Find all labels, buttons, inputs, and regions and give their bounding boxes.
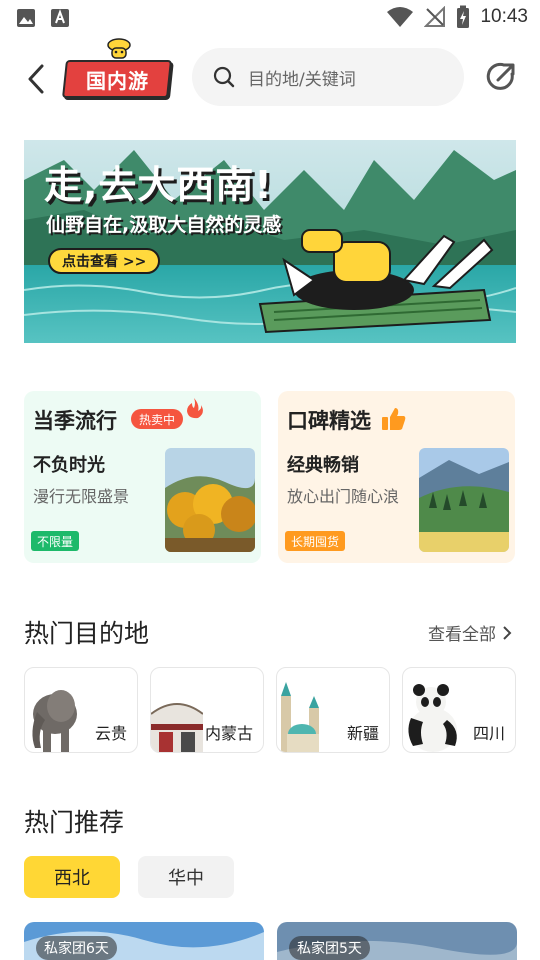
no-signal-icon — [424, 6, 446, 27]
feature-card-seasonal[interactable]: 当季流行 热卖中 不负时光 漫行无限盛景 不限量 — [24, 391, 261, 563]
font-icon — [51, 9, 69, 27]
feature-tagline: 经典畅销 — [287, 455, 359, 476]
destination-name: 新疆 — [346, 724, 379, 743]
thumbs-up-icon — [382, 408, 406, 430]
destination-yungui[interactable]: 云贵 — [24, 667, 138, 753]
feature-desc: 放心出门随心浪 — [287, 487, 400, 506]
banner-subtitle: 仙野自在,汲取大自然的灵感 — [46, 214, 282, 236]
elephant-photo — [32, 690, 77, 752]
search-box[interactable]: 目的地/关键词 — [192, 48, 464, 106]
banner-cta-button[interactable]: 点击查看 >> — [48, 248, 161, 274]
battery-charging-icon — [457, 5, 470, 28]
product-card[interactable]: 私家团6天 — [24, 922, 264, 960]
view-all-label: 查看全部 — [428, 625, 496, 645]
product-badge: 私家团5天 — [289, 936, 370, 960]
hot-destinations-title: 热门目的地 — [24, 619, 150, 648]
feature-tagline: 不负时光 — [33, 455, 105, 476]
promo-banner[interactable]: 走,去大西南! 仙野自在,汲取大自然的灵感 点击查看 >> — [24, 140, 516, 343]
flame-icon — [187, 398, 203, 419]
destination-xinjiang[interactable]: 新疆 — [276, 667, 390, 753]
mascot-icon — [107, 38, 131, 59]
destination-sichuan[interactable]: 四川 — [402, 667, 516, 753]
autumn-forest-photo — [165, 448, 255, 552]
raft-mascot-illustration — [258, 229, 494, 334]
status-bar: 10:43 — [0, 0, 540, 36]
destination-name: 四川 — [472, 724, 505, 743]
brand-logo: 国内游 — [62, 60, 172, 98]
share-icon[interactable] — [484, 60, 518, 94]
search-placeholder: 目的地/关键词 — [248, 69, 356, 90]
tab-northwest[interactable]: 西北 — [24, 856, 120, 898]
wifi-icon — [387, 7, 414, 27]
tab-central[interactable]: 华中 — [138, 856, 234, 898]
banner-title: 走,去大西南! — [44, 163, 273, 207]
feature-tag: 不限量 — [31, 531, 80, 551]
destination-name: 云贵 — [94, 724, 127, 743]
chevron-right-icon — [503, 625, 512, 640]
destination-name: 内蒙古 — [204, 724, 253, 743]
panda-photo — [408, 684, 457, 752]
feature-title: 口碑精选 — [287, 409, 371, 433]
feature-tag: 长期囤货 — [285, 531, 346, 551]
view-all-link[interactable]: 查看全部 — [428, 620, 512, 645]
yurt-photo — [151, 703, 203, 752]
hot-badge: 热卖中 — [131, 409, 184, 429]
product-badge: 私家团6天 — [36, 936, 117, 960]
top-bar: 国内游 目的地/关键词 — [0, 38, 540, 114]
search-icon — [213, 66, 235, 88]
feature-title: 当季流行 — [33, 409, 117, 433]
gallery-icon — [17, 9, 35, 27]
hot-recommend-title: 热门推荐 — [24, 808, 125, 837]
feature-card-reputation[interactable]: 口碑精选 经典畅销 放心出门随心浪 长期囤货 — [278, 391, 515, 563]
mountain-meadow-photo — [419, 448, 509, 552]
destination-inner-mongolia[interactable]: 内蒙古 — [150, 667, 264, 753]
product-card[interactable]: 私家团5天 — [277, 922, 517, 960]
clock: 10:43 — [480, 6, 528, 27]
feature-desc: 漫行无限盛景 — [33, 487, 130, 506]
back-icon[interactable] — [22, 60, 52, 98]
brand-label: 国内游 — [85, 68, 149, 93]
mosque-photo — [281, 682, 319, 752]
